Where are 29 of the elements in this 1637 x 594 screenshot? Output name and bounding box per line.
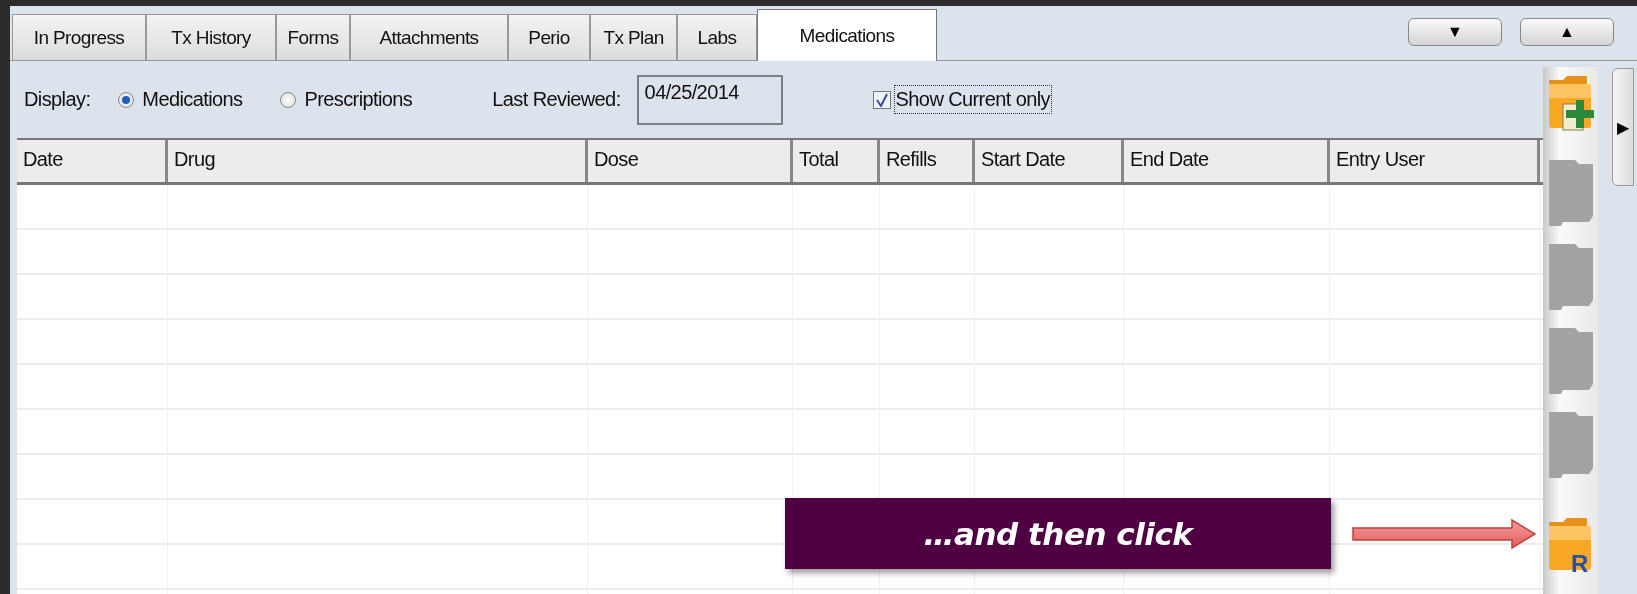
column-header: Dose bbox=[588, 140, 793, 182]
scroll-button[interactable]: ▲ bbox=[1520, 18, 1614, 46]
tab[interactable]: Attachments bbox=[350, 14, 508, 60]
checkbox-label: Show Current only bbox=[893, 85, 1052, 114]
expand-button[interactable]: ▶ bbox=[1612, 68, 1634, 186]
last-reviewed-field: 04/25/2014 bbox=[636, 74, 783, 125]
last-reviewed-label: Last Reviewed: bbox=[492, 88, 621, 111]
tab[interactable]: In Progress bbox=[12, 14, 146, 60]
column-header: Start Date bbox=[975, 140, 1124, 182]
column-header: Entry User bbox=[1330, 140, 1540, 182]
tab[interactable]: Tx Plan bbox=[590, 14, 677, 60]
column-header: Total bbox=[793, 140, 880, 182]
callout-note: …and then click bbox=[785, 498, 1331, 569]
column-header: Date bbox=[17, 140, 168, 182]
column-header: Drug bbox=[168, 140, 588, 182]
checkbox[interactable] bbox=[872, 90, 891, 109]
radio-button[interactable] bbox=[280, 91, 297, 108]
scroll-button[interactable]: ▼ bbox=[1408, 18, 1502, 46]
display-label: Display: bbox=[24, 88, 91, 111]
radio-label: Prescriptions bbox=[304, 88, 413, 111]
column-header: Refills bbox=[880, 140, 975, 182]
tab[interactable]: Medications bbox=[757, 9, 937, 61]
tab[interactable]: Perio bbox=[508, 14, 590, 60]
tab[interactable]: Forms bbox=[276, 14, 350, 60]
column-header: End Date bbox=[1124, 140, 1330, 182]
tab[interactable]: Labs bbox=[677, 14, 757, 60]
radio-button[interactable] bbox=[118, 91, 135, 108]
tab[interactable]: Tx History bbox=[146, 14, 276, 60]
radio-label: Medications bbox=[142, 88, 243, 111]
